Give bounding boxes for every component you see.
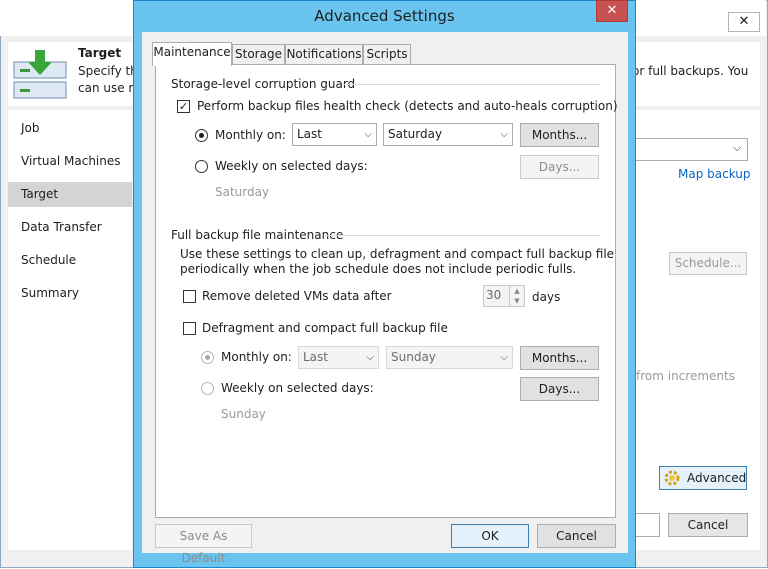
dialog-title: Advanced Settings (314, 7, 455, 25)
nav-item-virtual-machines[interactable]: Virtual Machines (8, 149, 132, 174)
chevron-down-icon: ⌵ (500, 352, 508, 363)
remove-deleted-days-value: 30 (486, 288, 502, 302)
chevron-down-icon[interactable]: ▼ (509, 296, 524, 306)
tab-scripts[interactable]: Scripts (363, 44, 411, 65)
ok-button[interactable]: OK (451, 524, 529, 548)
remove-deleted-checkbox[interactable] (183, 290, 196, 303)
health-days-button[interactable]: Days... (520, 155, 599, 179)
corruption-guard-group-title: Storage-level corruption guard (171, 77, 356, 91)
health-weekly-radio[interactable] (195, 160, 208, 173)
tab-maintenance[interactable]: Maintenance (152, 42, 232, 66)
nav-item-target[interactable]: Target (8, 182, 132, 207)
defrag-weekly-label: Weekly on selected days: (221, 381, 374, 395)
health-monthly-week-select[interactable]: Last ⌵ (292, 123, 377, 146)
chevron-down-icon: ⌵ (733, 141, 742, 154)
wizard-header-description-2: can use m (78, 81, 141, 95)
days-unit-label: days (532, 290, 561, 304)
health-monthly-label: Monthly on: (215, 128, 286, 142)
health-check-checkbox[interactable]: ✓ (177, 100, 190, 113)
defragment-label: Defragment and compact full backup file (202, 321, 448, 335)
save-as-default-button[interactable]: Save As Default (155, 524, 252, 565)
map-backup-link[interactable]: Map backup (678, 167, 751, 181)
remove-deleted-label: Remove deleted VMs data after (202, 289, 392, 303)
nav-item-summary[interactable]: Summary (8, 281, 132, 306)
defrag-monthly-label: Monthly on: (221, 350, 292, 364)
health-monthly-day-value: Saturday (388, 127, 443, 141)
defrag-weekly-radio[interactable] (201, 382, 214, 395)
defrag-months-button[interactable]: Months... (520, 346, 599, 370)
chevron-down-icon: ⌵ (366, 352, 374, 363)
cancel-button[interactable]: Cancel (537, 524, 616, 548)
schedule-button[interactable]: Schedule... (669, 252, 747, 275)
wizard-nav (8, 110, 132, 550)
defrag-monthly-day-select[interactable]: Sunday ⌵ (386, 346, 513, 369)
full-backup-group-title: Full backup file maintenance (171, 228, 344, 242)
chevron-up-icon[interactable]: ▲ (509, 286, 524, 296)
health-monthly-day-select[interactable]: Saturday ⌵ (383, 123, 513, 146)
health-monthly-week-value: Last (297, 127, 322, 141)
close-icon[interactable]: ✕ (596, 0, 628, 22)
chevron-down-icon: ⌵ (500, 129, 508, 140)
group-divider (325, 235, 600, 236)
repository-select[interactable] (632, 138, 748, 161)
defrag-monthly-week-select[interactable]: Last ⌵ (298, 346, 379, 369)
wizard-header-description-tail: or full backups. You (632, 64, 749, 78)
health-monthly-radio[interactable] (195, 129, 208, 142)
chevron-down-icon: ⌵ (364, 129, 372, 140)
wizard-header-title: Target (78, 46, 122, 60)
nav-item-schedule[interactable]: Schedule (8, 248, 132, 273)
health-weekly-label: Weekly on selected days: (215, 159, 368, 173)
wizard-cancel-button[interactable]: Cancel (668, 513, 748, 537)
nav-item-job[interactable]: Job (8, 116, 132, 141)
defrag-weekly-summary: Sunday (221, 407, 266, 421)
health-months-button[interactable]: Months... (520, 123, 599, 147)
defrag-monthly-radio[interactable] (201, 351, 214, 364)
group-divider (342, 84, 600, 85)
full-backup-description-2: periodically when the job schedule does … (180, 262, 577, 276)
health-check-label: Perform backup files health check (detec… (197, 99, 618, 113)
wizard-close-button[interactable]: ✕ (728, 12, 760, 32)
tab-storage[interactable]: Storage (232, 44, 285, 65)
tab-notifications[interactable]: Notifications (285, 44, 363, 65)
nav-item-data-transfer[interactable]: Data Transfer (8, 215, 132, 240)
defrag-days-button[interactable]: Days... (520, 377, 599, 401)
target-icon (13, 50, 67, 99)
defrag-monthly-week-value: Last (303, 350, 328, 364)
gear-icon (664, 470, 680, 486)
health-weekly-summary: Saturday (215, 185, 270, 199)
defrag-monthly-day-value: Sunday (391, 350, 436, 364)
full-backup-description: Use these settings to clean up, defragme… (180, 247, 615, 261)
from-increments-text: from increments (636, 369, 735, 383)
defragment-checkbox[interactable] (183, 322, 196, 335)
